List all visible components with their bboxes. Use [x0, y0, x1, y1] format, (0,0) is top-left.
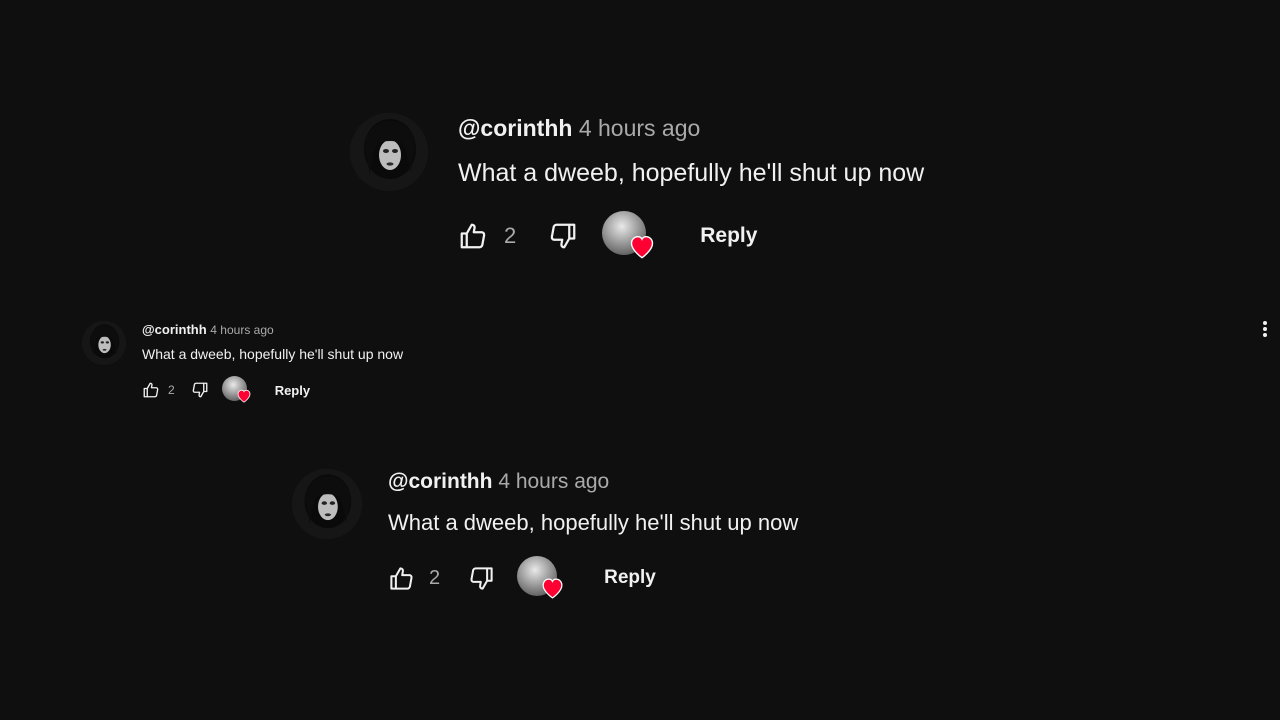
comments-screen: @corinthh 4 hours ago What a dweeb, hope… [0, 0, 1280, 720]
like-count: 2 [168, 383, 175, 397]
dislike-button[interactable] [191, 381, 209, 399]
thumbs-down-icon [192, 382, 208, 398]
author-handle[interactable]: @corinthh [458, 115, 572, 141]
creator-heart-icon [237, 389, 251, 403]
user-avatar[interactable] [292, 469, 362, 539]
like-count: 2 [504, 223, 517, 248]
user-avatar[interactable] [82, 321, 126, 365]
creator-heart-badge[interactable] [602, 211, 656, 261]
comment-actions: 2 Reply [142, 375, 310, 405]
thumbs-up-icon [460, 223, 486, 249]
creator-heart-badge[interactable] [221, 376, 252, 404]
author-handle[interactable]: @corinthh [142, 322, 207, 337]
comment-header: @corinthh 4 hours ago [388, 470, 609, 494]
user-avatar[interactable] [350, 113, 428, 191]
thumbs-up-icon [390, 566, 413, 590]
thumbs-up-icon [143, 382, 159, 398]
reply-button[interactable]: Reply [604, 567, 656, 589]
creator-heart-badge[interactable] [517, 556, 565, 600]
reply-button[interactable]: Reply [700, 224, 757, 248]
author-handle[interactable]: @corinthh [388, 470, 492, 493]
comment-actions: 2 Reply [458, 210, 757, 262]
comment-text: What a dweeb, hopefully he'll shut up no… [458, 159, 925, 187]
more-vertical-icon[interactable] [1258, 320, 1272, 340]
thumbs-down-icon [550, 223, 576, 249]
like-button[interactable] [142, 381, 160, 399]
dislike-button[interactable] [468, 565, 495, 592]
reply-button[interactable]: Reply [275, 383, 310, 398]
like-count: 2 [429, 566, 441, 589]
comment-header: @corinthh 4 hours ago [142, 322, 274, 337]
comment-header: @corinthh 4 hours ago [458, 115, 700, 142]
timestamp[interactable]: 4 hours ago [210, 323, 273, 337]
dislike-button[interactable] [548, 221, 578, 251]
timestamp[interactable]: 4 hours ago [498, 470, 609, 493]
creator-heart-icon [631, 235, 654, 259]
thumbs-down-icon [470, 566, 493, 590]
comment-actions: 2 Reply [388, 555, 656, 601]
timestamp[interactable]: 4 hours ago [579, 115, 700, 141]
comment-text: What a dweeb, hopefully he'll shut up no… [142, 346, 404, 362]
like-button[interactable] [458, 221, 488, 251]
comment-text: What a dweeb, hopefully he'll shut up no… [388, 510, 799, 535]
creator-heart-icon [542, 578, 563, 599]
like-button[interactable] [388, 565, 415, 592]
